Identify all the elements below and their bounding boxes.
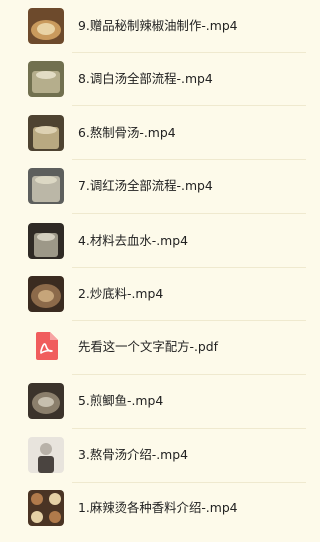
video-thumbnail-icon xyxy=(28,276,64,312)
video-thumbnail-icon xyxy=(28,8,64,44)
file-list: 9.赠品秘制辣椒油制作-.mp4 8.调白汤全部流程-.mp4 6.熬制骨汤-.… xyxy=(0,0,306,542)
video-thumbnail-icon xyxy=(28,437,64,473)
list-item[interactable]: 1.麻辣烫各种香料介绍-.mp4 xyxy=(0,483,306,535)
pdf-icon xyxy=(34,332,58,360)
file-name: 6.熬制骨汤-.mp4 xyxy=(78,125,176,140)
file-name: 5.煎鲫鱼-.mp4 xyxy=(78,393,164,408)
list-item[interactable]: 3.熬骨汤介绍-.mp4 xyxy=(0,429,306,481)
file-name: 4.材料去血水-.mp4 xyxy=(78,233,189,248)
list-item[interactable]: 7.调红汤全部流程-.mp4 xyxy=(0,160,306,212)
file-name: 2.炒底料-.mp4 xyxy=(78,286,164,301)
list-item[interactable]: 9.赠品秘制辣椒油制作-.mp4 xyxy=(0,0,306,52)
video-thumbnail-icon xyxy=(28,383,64,419)
video-thumbnail-icon xyxy=(28,61,64,97)
list-item[interactable]: 8.调白汤全部流程-.mp4 xyxy=(0,53,306,105)
file-name: 1.麻辣烫各种香料介绍-.mp4 xyxy=(78,500,238,515)
file-name: 先看这一个文字配方-.pdf xyxy=(78,339,219,354)
file-name: 7.调红汤全部流程-.mp4 xyxy=(78,178,213,193)
video-thumbnail-icon xyxy=(28,168,64,204)
video-thumbnail-icon xyxy=(28,223,64,259)
list-item[interactable]: 4.材料去血水-.mp4 xyxy=(0,214,306,266)
list-item[interactable]: 5.煎鲫鱼-.mp4 xyxy=(0,375,306,427)
file-name: 9.赠品秘制辣椒油制作-.mp4 xyxy=(78,18,238,33)
file-name: 8.调白汤全部流程-.mp4 xyxy=(78,71,213,86)
list-item[interactable]: 2.炒底料-.mp4 xyxy=(0,268,306,320)
video-thumbnail-icon xyxy=(28,115,64,151)
list-item[interactable]: 6.熬制骨汤-.mp4 xyxy=(0,106,306,158)
list-item[interactable]: 先看这一个文字配方-.pdf xyxy=(0,321,306,373)
file-name: 3.熬骨汤介绍-.mp4 xyxy=(78,447,189,462)
video-thumbnail-icon xyxy=(28,490,64,526)
